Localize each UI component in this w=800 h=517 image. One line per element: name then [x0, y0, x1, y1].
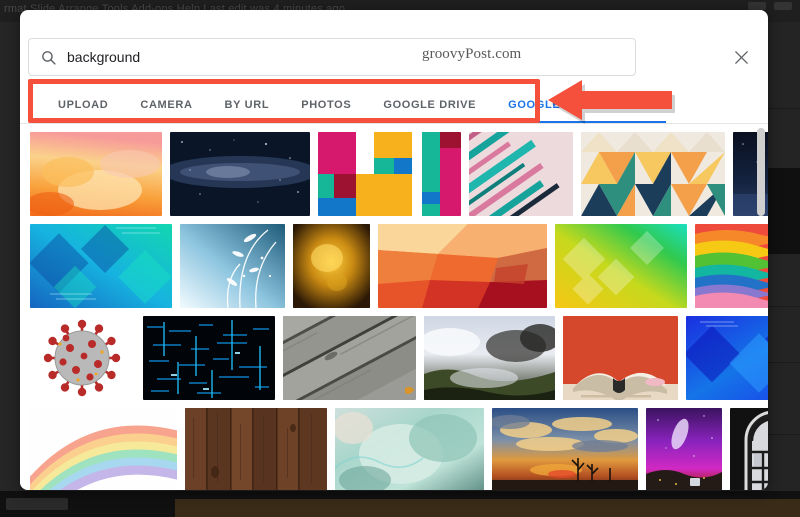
thumbnail-mint-green-abstract[interactable]: [335, 408, 484, 490]
image-results-grid: [20, 124, 768, 490]
results-row: [30, 408, 768, 490]
thumbnail-orange-red-low-poly[interactable]: [378, 224, 547, 308]
thumbnail-pastel-rainbow-arc[interactable]: [30, 408, 177, 490]
search-field-wrapper[interactable]: [28, 38, 636, 76]
tab-camera[interactable]: CAMERA: [124, 86, 208, 123]
tab-upload[interactable]: UPLOAD: [42, 86, 124, 123]
thumbnail-sunset-clouds-silhouette[interactable]: [492, 408, 638, 490]
thumbnail-dark-wood-planks[interactable]: [185, 408, 327, 490]
thumbnail-coronavirus-illustration[interactable]: [30, 316, 135, 400]
window-close-button[interactable]: [774, 2, 792, 10]
dialog-header: groovyPost.com: [20, 10, 768, 86]
tab-photos[interactable]: PHOTOS: [285, 86, 367, 123]
thumbnail-blue-matrix-code[interactable]: [143, 316, 275, 400]
thumbnail-blue-floral-swirl[interactable]: [180, 224, 285, 308]
thumbnail-grey-wooden-planks[interactable]: [283, 316, 416, 400]
thumbnail-yellow-green-gradient-squares[interactable]: [555, 224, 687, 308]
thumbnail-blue-diamond-abstract[interactable]: [686, 316, 768, 400]
tab-by-url[interactable]: BY URL: [209, 86, 286, 123]
thumbnail-milky-way-night-sky[interactable]: [170, 132, 310, 216]
tab-google-image-search[interactable]: GOOGLE IMAGE SEARCH: [492, 86, 673, 123]
thumbnail-cyan-blue-geometric[interactable]: [30, 224, 172, 308]
search-icon: [29, 49, 67, 66]
tab-google-drive[interactable]: GOOGLE DRIVE: [367, 86, 492, 123]
source-tabs: UPLOAD CAMERA BY URL PHOTOS GOOGLE DRIVE…: [20, 86, 768, 124]
results-scrollbar-thumb[interactable]: [757, 128, 765, 216]
results-scrollbar[interactable]: [757, 128, 765, 490]
taskbar-highlight: [175, 499, 800, 517]
thumbnail-foggy-mountain-landscape[interactable]: [424, 316, 555, 400]
thumbnail-golden-grunge-texture[interactable]: [293, 224, 370, 308]
app-taskbar: [0, 491, 800, 517]
thumbnail-orange-watercolor-texture[interactable]: [30, 132, 162, 216]
thumbnail-open-book-on-red[interactable]: [563, 316, 678, 400]
insert-image-dialog: groovyPost.com UPLOAD CAMERA BY URL PHOT…: [20, 10, 768, 490]
results-row: [30, 316, 768, 400]
window-restore-button[interactable]: [748, 2, 766, 10]
results-row: [30, 224, 768, 308]
thumbnail-purple-galaxy-over-hills[interactable]: [646, 408, 722, 490]
search-input[interactable]: [67, 39, 635, 75]
results-row: [30, 132, 768, 216]
thumbnail-teal-pink-brush-strokes[interactable]: [469, 132, 573, 216]
thumbnail-geometric-triangle-pattern[interactable]: [581, 132, 725, 216]
thumbnail-colorful-block-mosaic[interactable]: [318, 132, 461, 216]
close-icon[interactable]: [728, 44, 754, 70]
taskbar-item[interactable]: [6, 498, 68, 510]
